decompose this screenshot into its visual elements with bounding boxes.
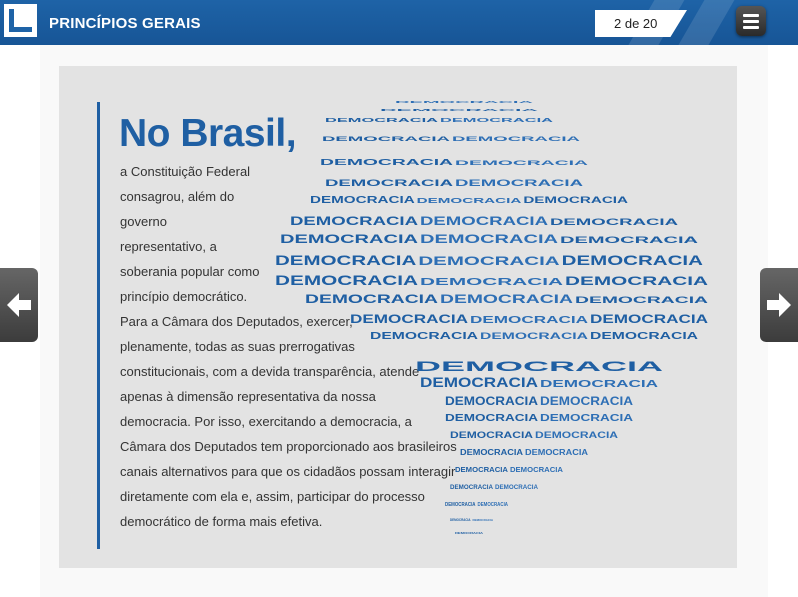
democracia-word: DEMOCRACIA: [370, 331, 478, 342]
democracia-word: DEMOCRACIA: [535, 430, 619, 440]
democracia-word: DEMOCRACIA: [562, 252, 703, 268]
democracia-word: DEMOCRACIA: [550, 217, 679, 227]
democracia-word: DEMOCRACIA: [540, 413, 633, 424]
democracia-word: DEMOCRACIA: [418, 254, 559, 268]
democracia-word: DEMOCRACIA: [480, 331, 589, 341]
page-title: PRINCÍPIOS GERAIS: [49, 15, 201, 32]
democracia-word: DEMOCRACIA: [560, 235, 699, 245]
democracia-word: DEMOCRACIA: [523, 195, 629, 205]
democracia-word: DEMOCRACIA: [415, 359, 664, 374]
democracia-word: DEMOCRACIA: [320, 158, 454, 167]
democracia-word: DEMOCRACIA: [525, 448, 588, 457]
arrow-right-icon: [767, 293, 791, 317]
democracia-word: DEMOCRACIA: [450, 517, 471, 522]
democracia-word: DEMOCRACIA: [450, 430, 534, 440]
democracia-word: DEMOCRACIA: [395, 100, 539, 104]
democracia-word: DEMOCRACIA: [478, 502, 509, 508]
democracia-word: DEMOCRACIA: [325, 178, 454, 188]
democracia-word: DEMOCRACIA: [380, 108, 544, 112]
menu-button[interactable]: [736, 6, 766, 36]
arrow-left-icon: [7, 293, 31, 317]
democracia-word: DEMOCRACIA: [440, 292, 574, 306]
democracia-word: DEMOCRACIA: [540, 394, 633, 408]
top-bar: PRINCÍPIOS GERAIS 2 de 20: [0, 0, 798, 45]
democracia-word: DEMOCRACIA: [310, 195, 415, 206]
democracia-word: DEMOCRACIA: [473, 518, 494, 522]
democracia-word: DEMOCRACIA: [417, 196, 523, 205]
democracia-word: DEMOCRACIA: [275, 272, 418, 288]
democracia-word: DEMOCRACIA: [455, 467, 508, 474]
next-button[interactable]: [760, 268, 798, 342]
democracia-word: DEMOCRACIA: [420, 214, 549, 228]
democracia-word: DEMOCRACIA: [420, 374, 538, 390]
democracia-word: DEMOCRACIA: [445, 502, 476, 508]
democracia-word: DEMOCRACIA: [440, 118, 554, 124]
democracia-word: DEMOCRACIA: [460, 448, 523, 457]
democracia-word: DEMOCRACIA: [590, 331, 698, 342]
democracia-word: DEMOCRACIA: [420, 232, 559, 246]
democracia-word: DEMOCRACIA: [445, 394, 538, 408]
accent-divider: [97, 102, 100, 549]
camara-logo-icon[interactable]: [4, 4, 37, 37]
democracia-word: DEMOCRACIA: [280, 232, 419, 246]
democracia-word: DEMOCRACIA: [540, 378, 659, 390]
democracia-word: DEMOCRACIA: [275, 252, 416, 268]
democracia-word: DEMOCRACIA: [305, 292, 439, 306]
democracia-word: DEMOCRACIA: [510, 467, 563, 474]
democracia-word: DEMOCRACIA: [455, 178, 584, 188]
page-indicator-text: 2 de 20: [614, 16, 658, 31]
democracia-word: DEMOCRACIA: [575, 295, 709, 305]
democracia-word: DEMOCRACIA: [420, 276, 564, 288]
democracia-word: DEMOCRACIA: [565, 274, 708, 288]
democracia-word: DEMOCRACIA: [322, 137, 452, 143]
democracia-word: DEMOCRACIA: [590, 312, 708, 326]
page-indicator: 2 de 20: [595, 10, 687, 37]
democracia-word: DEMOCRACIA: [350, 312, 468, 326]
brazil-word-cloud-map: DEMOCRACIADEMOCRACIADEMOCRACIA DEMOCRACIA…: [275, 100, 709, 535]
democracia-word: DEMOCRACIA: [290, 214, 419, 228]
previous-button[interactable]: [0, 268, 38, 342]
democracia-word: DEMOCRACIA: [452, 137, 582, 143]
democracia-word: DEMOCRACIA: [495, 485, 539, 491]
democracia-word: DEMOCRACIA: [450, 485, 494, 491]
democracia-word: DEMOCRACIA: [325, 118, 439, 124]
democracia-word: DEMOCRACIA: [445, 413, 538, 424]
democracia-word: DEMOCRACIA: [455, 161, 590, 167]
democracia-word: DEMOCRACIA: [455, 531, 483, 535]
hamburger-icon: [743, 14, 759, 17]
democracia-word: DEMOCRACIA: [470, 314, 589, 326]
